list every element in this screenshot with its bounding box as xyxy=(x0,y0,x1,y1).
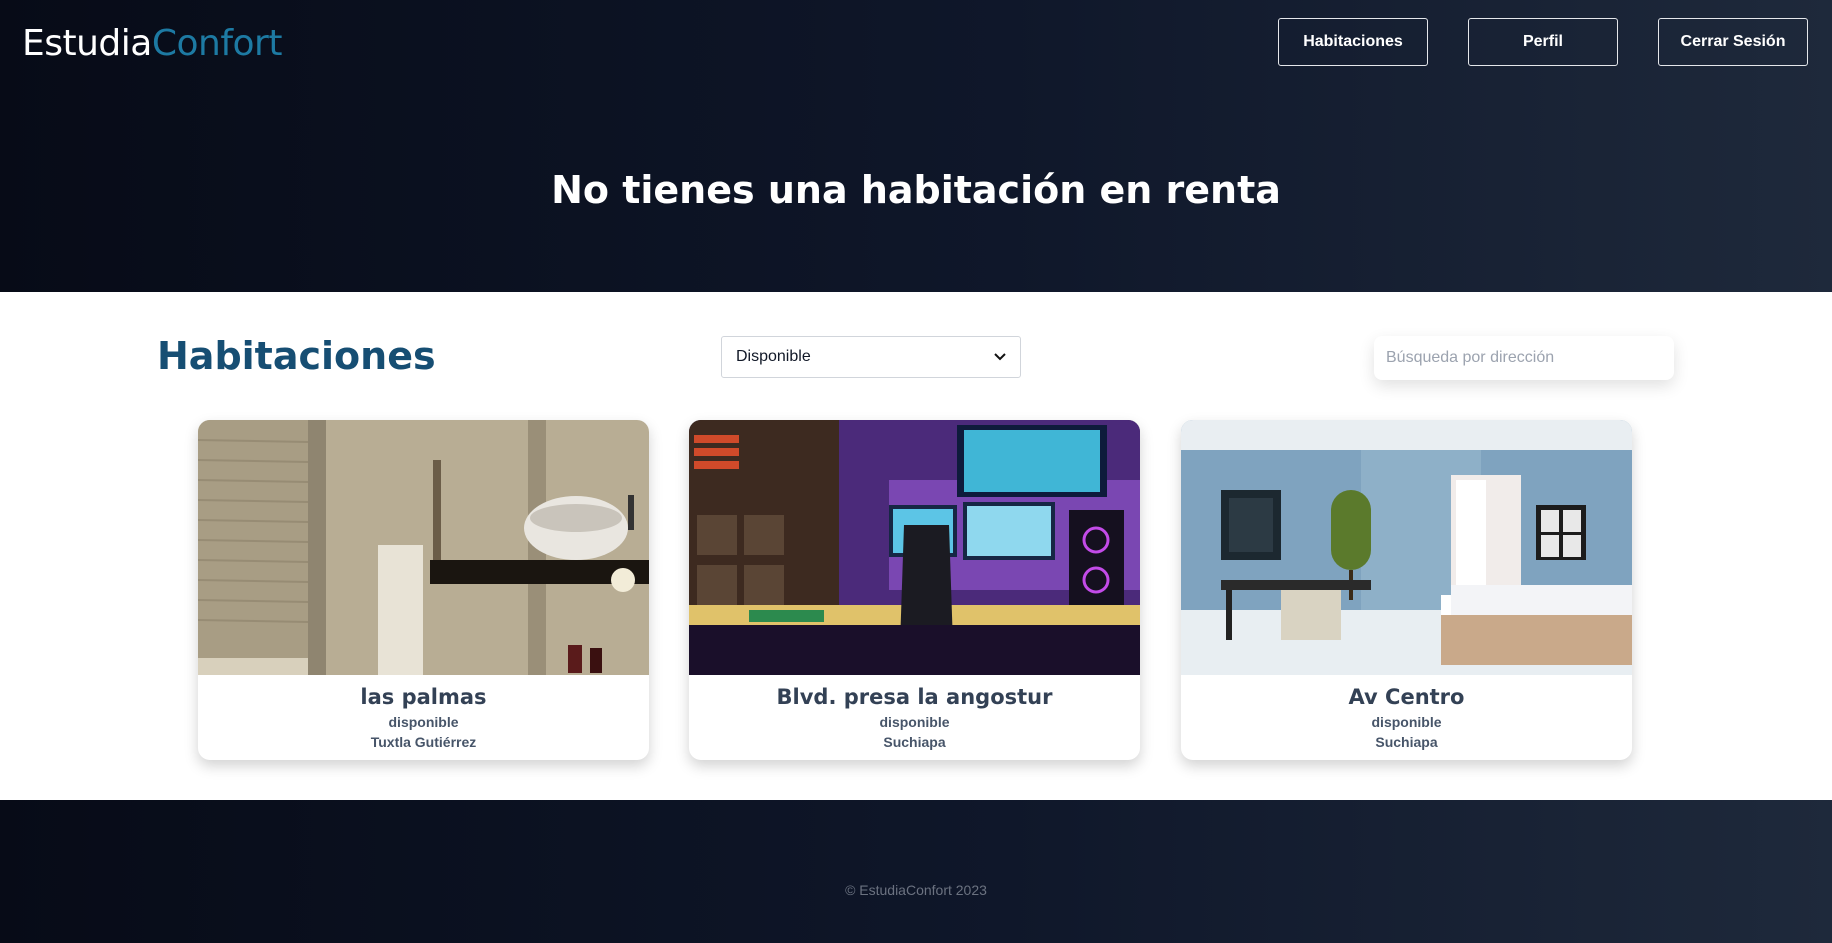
room-card[interactable]: Av Centro disponible Suchiapa xyxy=(1181,420,1632,760)
status-filter-value: Disponible xyxy=(736,348,811,365)
hero-header: EstudiaConfort Habitaciones Perfil Cerra… xyxy=(0,0,1832,292)
room-status: disponible xyxy=(388,714,459,730)
room-city: Tuxtla Gutiérrez xyxy=(370,734,477,750)
room-card[interactable]: las palmas disponible Tuxtla Gutiérrez xyxy=(198,420,649,760)
page-title: Habitaciones xyxy=(157,334,436,378)
room-image-bedroom xyxy=(1181,420,1632,675)
nav-perfil-button[interactable]: Perfil xyxy=(1468,18,1618,66)
hero-title: No tienes una habitación en renta xyxy=(551,168,1281,212)
search-input[interactable] xyxy=(1374,336,1674,380)
logout-button[interactable]: Cerrar Sesión xyxy=(1658,18,1808,66)
brand-logo-part1: Estudia xyxy=(22,23,152,64)
brand-logo[interactable]: EstudiaConfort xyxy=(22,22,282,66)
nav-habitaciones-button[interactable]: Habitaciones xyxy=(1278,18,1428,66)
room-image-bathroom xyxy=(198,420,649,675)
room-status: disponible xyxy=(1371,714,1442,730)
footer-copyright: © EstudiaConfort 2023 xyxy=(845,882,987,898)
brand-logo-part2: Confort xyxy=(151,23,283,64)
room-card[interactable]: Blvd. presa la angostur disponible Suchi… xyxy=(689,420,1140,760)
footer: © EstudiaConfort 2023 xyxy=(0,800,1832,943)
room-image-gaming xyxy=(689,420,1140,675)
room-name: Blvd. presa la angostur xyxy=(776,685,1053,709)
room-status: disponible xyxy=(879,714,950,730)
room-name: las palmas xyxy=(360,685,487,709)
room-name: Av Centro xyxy=(1348,685,1465,709)
chevron-down-icon xyxy=(994,350,1006,364)
room-city: Suchiapa xyxy=(883,734,946,750)
room-city: Suchiapa xyxy=(1375,734,1438,750)
status-filter-select[interactable]: Disponible xyxy=(721,336,1021,378)
